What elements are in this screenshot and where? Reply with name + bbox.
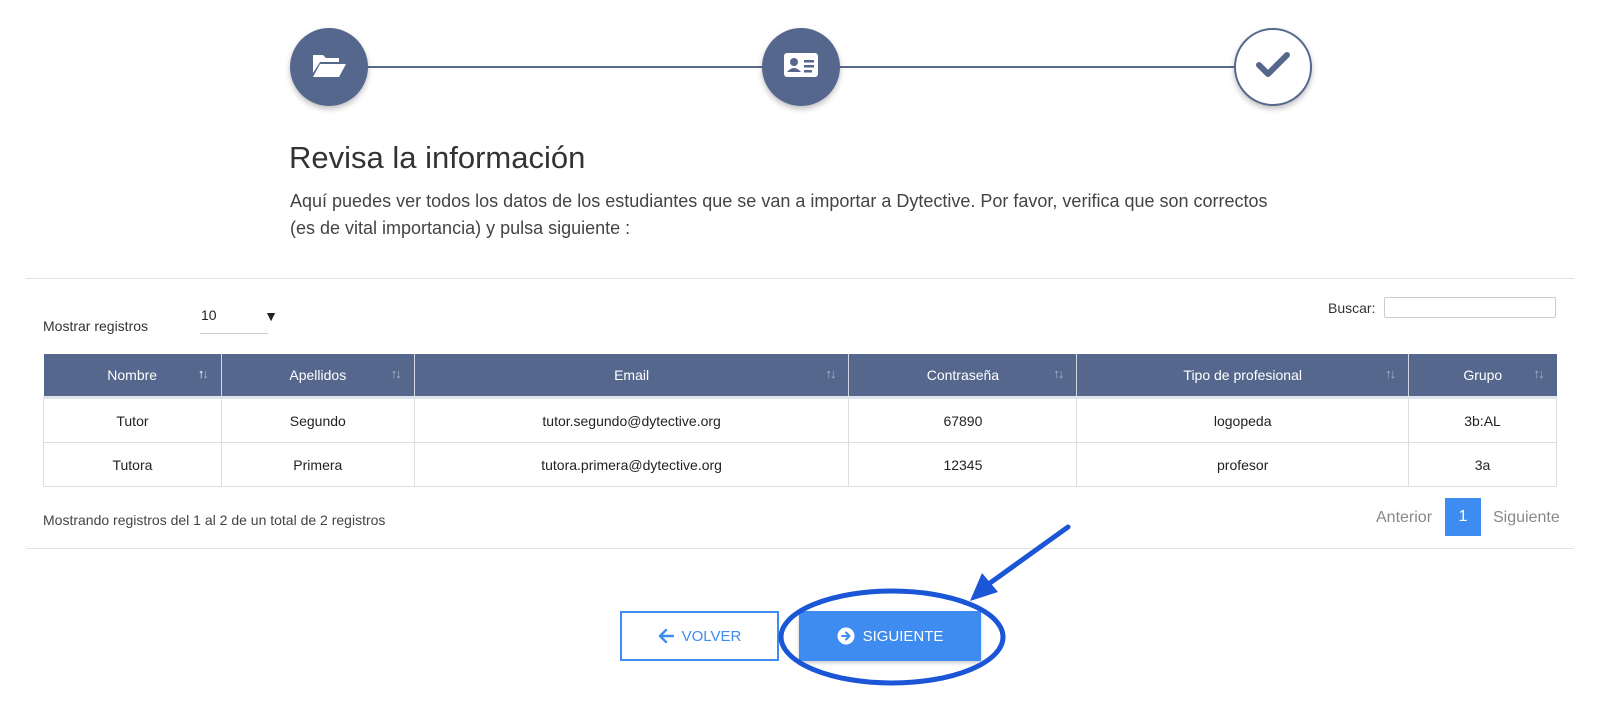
cell-grupo: 3b:AL [1408,397,1557,443]
cell-grupo: 3a [1408,442,1557,487]
records-per-page-select[interactable]: 10 ▼ [200,303,278,334]
folder-open-icon [311,51,347,84]
back-button[interactable]: VOLVER [620,611,779,661]
column-header-tipo-profesional[interactable]: Tipo de profesional ↑↓ [1076,354,1410,398]
students-table: Nombre ↑↓ Apellidos ↑↓ Email ↑↓ Contrase… [43,354,1557,487]
sort-icon: ↑↓ [1385,366,1396,381]
cell-email: tutora.primera@dytective.org [413,442,850,487]
cell-tipo-profesional: profesor [1076,442,1410,487]
step-3-review [1234,28,1312,106]
step-2-data [762,28,840,106]
records-per-page-value: 10 [201,307,217,323]
divider [26,278,1574,279]
search-label: Buscar: [1328,300,1376,316]
stepper-line [368,66,762,68]
caret-down-icon: ▼ [264,308,278,324]
table-header-row: Nombre ↑↓ Apellidos ↑↓ Email ↑↓ Contrase… [43,354,1557,398]
back-button-label: VOLVER [681,627,742,645]
sort-icon: ↑↓ [1533,366,1545,381]
column-header-grupo[interactable]: Grupo ↑↓ [1408,354,1557,398]
page-description: Aquí puedes ver todos los datos de los e… [290,191,1268,238]
next-button[interactable]: SIGUIENTE [799,611,981,661]
cell-nombre: Tutor [43,397,222,443]
next-button-label: SIGUIENTE [862,627,944,645]
pointer-arrow [987,524,1071,586]
search-input[interactable] [1384,297,1556,318]
check-icon [1256,51,1290,84]
id-card-icon [783,51,819,84]
column-header-nombre[interactable]: Nombre ↑↓ [43,354,222,398]
cell-apellidos: Segundo [220,397,415,443]
table-info: Mostrando registros del 1 al 2 de un tot… [43,512,386,528]
pointer-arrow-head [970,573,998,601]
sort-icon: ↑↓ [825,366,836,381]
cell-tipo-profesional: logopeda [1076,397,1410,443]
arrow-left-icon [658,629,674,643]
table-row: Tutor Segundo tutor.segundo@dytective.or… [43,397,1557,443]
sort-icon: ↑↓ [1053,366,1064,381]
divider [26,548,1574,549]
page-title: Revisa la información [289,140,586,175]
cell-apellidos: Primera [220,442,415,487]
pagination-next[interactable]: Siguiente [1493,509,1560,527]
cell-email: tutor.segundo@dytective.org [413,397,850,443]
step-1-upload [290,28,368,106]
progress-stepper [290,28,1312,108]
sort-icon: ↑↓ [197,366,209,381]
column-header-contrasena[interactable]: Contraseña ↑↓ [848,354,1078,398]
column-header-email[interactable]: Email ↑↓ [414,354,850,398]
pagination-previous[interactable]: Anterior [1376,509,1432,527]
stepper-line [840,66,1234,68]
sort-icon: ↑↓ [390,366,402,381]
cell-contrasena: 67890 [848,397,1078,443]
arrow-circle-right-icon [837,627,855,645]
pagination-page-1[interactable]: 1 [1445,498,1481,536]
cell-contrasena: 12345 [848,442,1078,487]
length-label: Mostrar registros [43,318,149,334]
table-row: Tutora Primera tutora.primera@dytective.… [43,442,1557,487]
column-header-apellidos[interactable]: Apellidos ↑↓ [221,354,415,398]
cell-nombre: Tutora [43,442,222,487]
